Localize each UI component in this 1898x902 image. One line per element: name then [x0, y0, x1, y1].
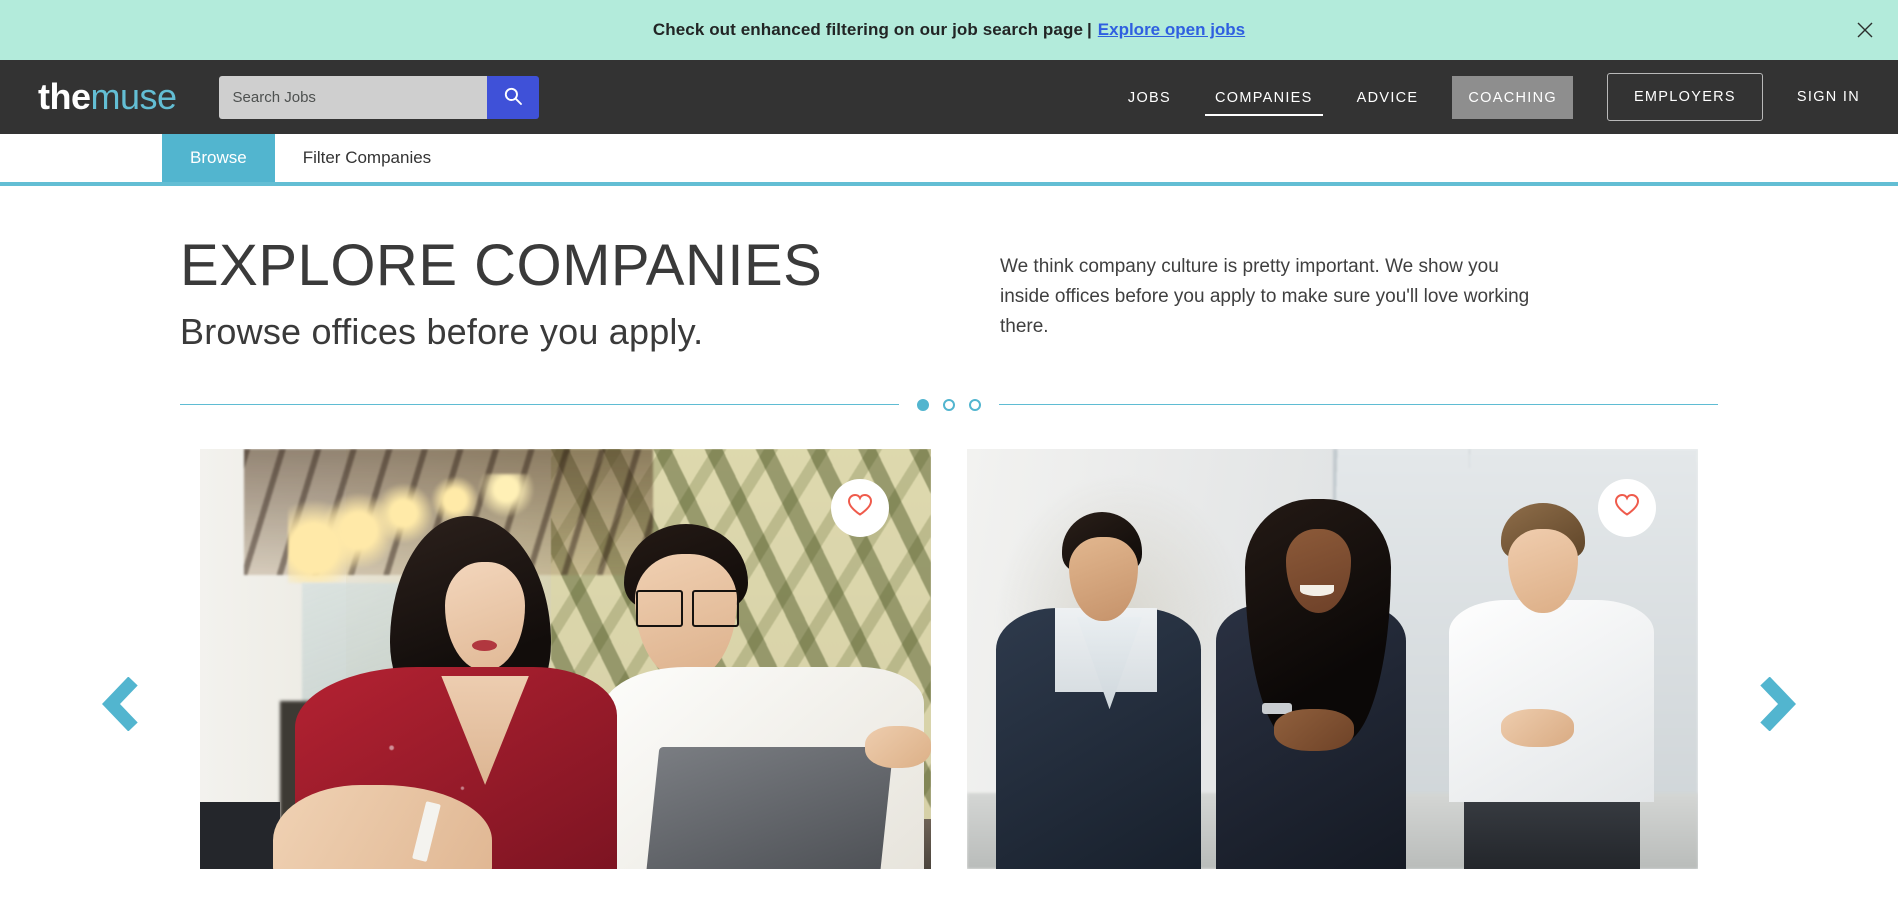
main-nav: JOBS COMPANIES ADVICE COACHING EMPLOYERS…: [1106, 60, 1870, 134]
search-input[interactable]: [218, 75, 487, 119]
divider-line-right: [999, 404, 1718, 406]
three-colleagues-talking-photo: [967, 448, 1698, 869]
favorite-button[interactable]: [831, 478, 889, 537]
chevron-right-icon[interactable]: [1750, 676, 1804, 731]
logo-text-the: the: [38, 76, 91, 117]
carousel-divider: [0, 398, 1898, 411]
company-card[interactable]: [200, 448, 931, 869]
nav-item-advice[interactable]: ADVICE: [1347, 81, 1429, 113]
divider-line-left: [180, 404, 899, 406]
hero-description: We think company culture is pretty impor…: [1000, 256, 1530, 338]
carousel-dots: [899, 398, 999, 411]
search-button[interactable]: [486, 75, 539, 119]
heart-icon: [847, 493, 873, 522]
chevron-left-icon[interactable]: [94, 676, 148, 731]
hero-left-column: EXPLORE COMPANIES Browse offices before …: [0, 233, 1000, 353]
heart-icon: [1614, 493, 1640, 522]
sub-nav: Browse Filter Companies: [0, 134, 1898, 186]
search-icon: [503, 86, 523, 109]
logo[interactable]: themuse: [38, 79, 177, 115]
tab-filter-companies[interactable]: Filter Companies: [275, 134, 460, 182]
two-colleagues-at-laptop-photo: [200, 448, 931, 869]
explore-open-jobs-link[interactable]: Explore open jobs: [1098, 20, 1245, 40]
tab-browse[interactable]: Browse: [162, 134, 275, 182]
carousel-dot-1[interactable]: [917, 398, 929, 411]
page-subtitle: Browse offices before you apply.: [180, 310, 704, 352]
logo-text-muse: muse: [90, 76, 178, 117]
hero-right-column: We think company culture is pretty impor…: [1000, 236, 1540, 353]
close-icon[interactable]: [1852, 17, 1878, 43]
announcement-banner: Check out enhanced filtering on our job …: [0, 0, 1898, 60]
carousel-dot-3[interactable]: [969, 398, 981, 411]
company-carousel: [0, 448, 1898, 869]
favorite-button[interactable]: [1598, 478, 1656, 537]
search-bar: [218, 75, 539, 119]
nav-item-coaching[interactable]: COACHING: [1452, 75, 1573, 119]
hero-section: EXPLORE COMPANIES Browse offices before …: [0, 186, 1898, 353]
employers-button[interactable]: EMPLOYERS: [1606, 73, 1763, 121]
page-title: EXPLORE COMPANIES: [180, 233, 823, 298]
announcement-separator: |: [1087, 20, 1092, 39]
sign-in-link[interactable]: SIGN IN: [1797, 89, 1860, 105]
site-header: themuse JOBS COMPANIES ADVICE COACHING E…: [0, 60, 1898, 134]
company-card[interactable]: [967, 448, 1698, 869]
nav-item-jobs[interactable]: JOBS: [1118, 81, 1181, 113]
announcement-text: Check out enhanced filtering on our job …: [652, 20, 1084, 39]
nav-item-companies[interactable]: COMPANIES: [1204, 81, 1323, 116]
carousel-dot-2[interactable]: [943, 398, 955, 411]
